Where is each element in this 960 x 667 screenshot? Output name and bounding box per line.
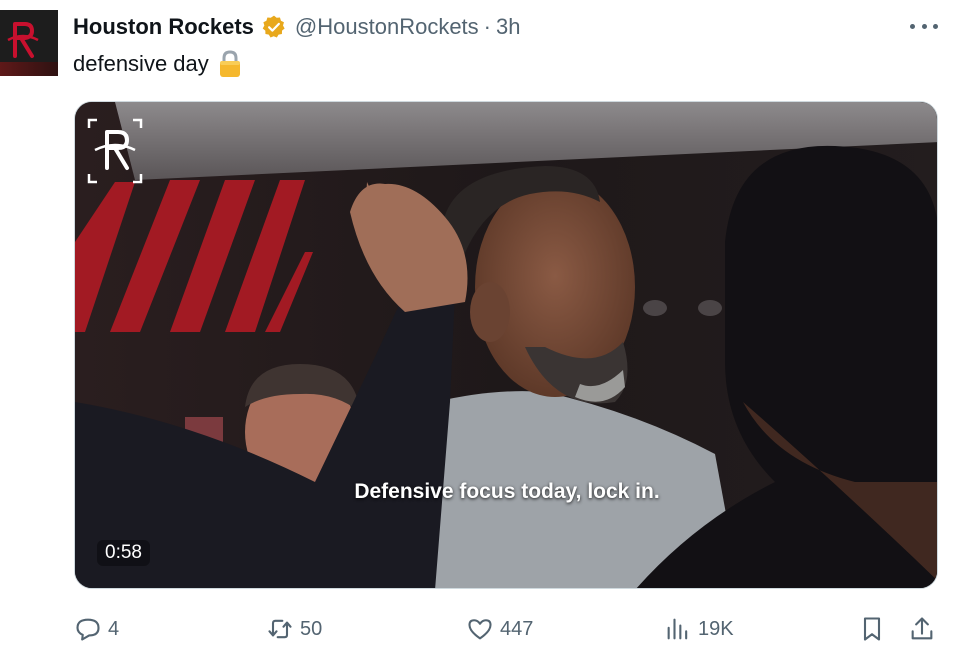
verified-badge-icon[interactable]	[261, 14, 287, 40]
analytics-icon	[667, 618, 688, 640]
share-icon	[911, 617, 933, 640]
more-options-icon[interactable]	[910, 16, 938, 36]
reply-count: 4	[108, 617, 120, 640]
avatar-glow	[0, 62, 58, 76]
bookmark-button[interactable]	[858, 612, 886, 646]
video-duration: 0:58	[97, 540, 150, 566]
video-caption: Defensive focus today, lock in.	[354, 480, 660, 503]
author-handle[interactable]: @HoustonRockets	[295, 14, 479, 40]
views-count: 19K	[698, 617, 734, 640]
like-count: 447	[500, 617, 534, 640]
tweet-text-content: defensive day	[73, 51, 209, 76]
tweet-header: Houston Rockets @HoustonRockets · 3h	[73, 12, 520, 42]
views-button[interactable]: 19K	[664, 612, 734, 646]
rockets-logo-icon	[7, 22, 39, 58]
reply-button[interactable]: 4	[74, 612, 119, 646]
reply-icon	[76, 618, 100, 641]
rockets-logo-icon	[87, 118, 143, 184]
repost-button[interactable]: 50	[266, 612, 322, 646]
like-button[interactable]: 447	[466, 612, 533, 646]
tweet-text: defensive day	[73, 50, 242, 78]
heart-icon	[468, 619, 492, 640]
separator-dot: ·	[483, 14, 491, 39]
bookmark-icon	[863, 617, 881, 641]
video-frame	[75, 102, 937, 588]
repost-count: 50	[300, 617, 323, 640]
share-button[interactable]	[908, 612, 936, 646]
author-name[interactable]: Houston Rockets	[73, 14, 254, 40]
post-time[interactable]: 3h	[496, 14, 520, 40]
tweet-actions: 4 50 447 19K	[74, 612, 938, 646]
repost-icon	[268, 619, 292, 639]
video-player[interactable]: Defensive focus today, lock in. 0:58	[74, 101, 938, 589]
lock-icon	[219, 50, 240, 77]
avatar[interactable]	[0, 10, 58, 76]
